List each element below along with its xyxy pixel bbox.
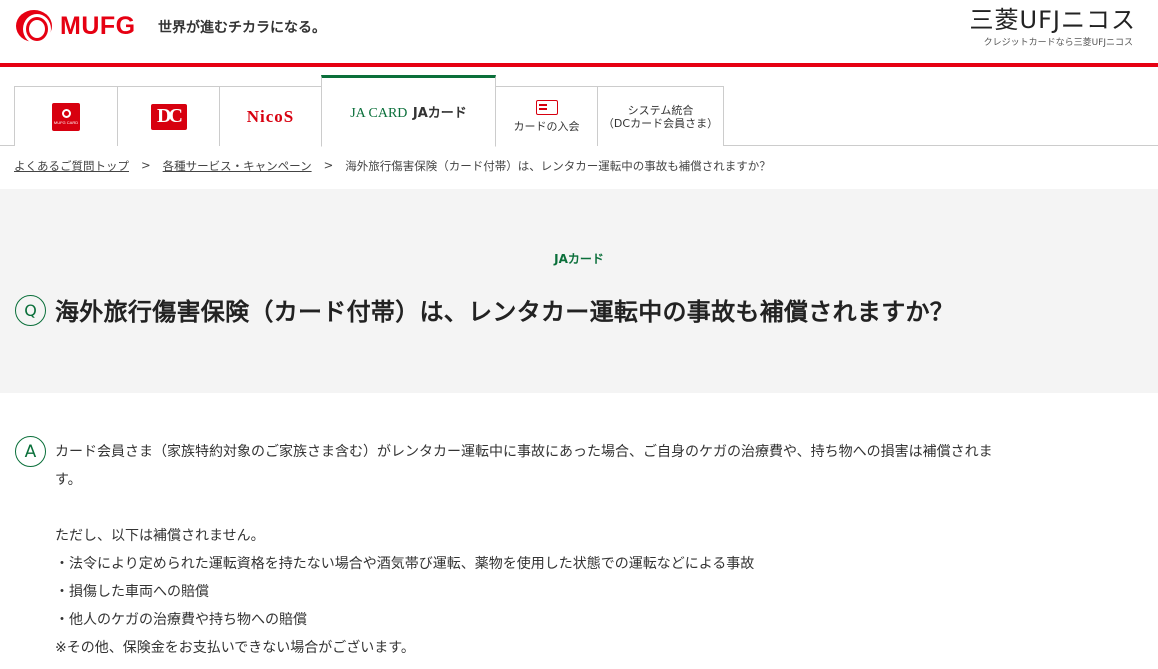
- question-icon: Q: [15, 295, 46, 326]
- answer-note: ※その他、保険金をお支払いできない場合がございます。: [55, 640, 415, 656]
- breadcrumb-separator: >: [323, 158, 334, 172]
- brand-name[interactable]: 三菱UFJニコス: [970, 0, 1136, 35]
- answer-line: す。: [55, 472, 82, 488]
- answer-list-item: ・他人のケガの治療費や持ち物への賠償: [55, 612, 307, 628]
- category-label: JAカード: [554, 252, 604, 266]
- mufg-logo[interactable]: MUFG: [14, 10, 136, 42]
- tab-card-join[interactable]: カードの入会: [495, 86, 598, 146]
- tab-nicos[interactable]: NicoS: [219, 86, 322, 146]
- credit-card-icon: [535, 100, 558, 115]
- mufg-logo-text: MUFG: [60, 11, 136, 40]
- question-section: JAカード Q 海外旅行傷害保険（カード付帯）は、レンタカー運転中の事故も補償さ…: [0, 189, 1158, 393]
- brand-subtitle: クレジットカードなら三菱UFJニコス: [983, 38, 1133, 48]
- card-join-label: カードの入会: [513, 120, 580, 133]
- tab-ja-card[interactable]: JA CARD JAカード: [321, 75, 496, 147]
- ja-card-tab-label: JA CARD JAカード: [350, 106, 467, 121]
- question-title: 海外旅行傷害保険（カード付帯）は、レンタカー運転中の事故も補償されますか？: [55, 298, 955, 326]
- answer-list-item: ・損傷した車両への賠償: [55, 584, 209, 600]
- nicos-logo: NicoS: [246, 106, 295, 126]
- answer-line: カード会員さま（家族特約対象のご家族さま含む）がレンタカー運転中に事故にあった場…: [55, 444, 993, 460]
- breadcrumb-faq-top[interactable]: よくあるご質問トップ: [14, 158, 129, 174]
- card-brand-tabs: MUFG CARD DC NicoS JA CARD JAカード カードの入会 …: [0, 67, 1158, 147]
- mufg-card-icon: MUFG CARD: [52, 102, 80, 131]
- breadcrumb-separator: >: [141, 158, 151, 172]
- mufg-mark-icon: [14, 10, 58, 42]
- system-integration-label-2: （DCカード会員さま）: [602, 116, 719, 130]
- breadcrumb: よくあるご質問トップ > 各種サービス・キャンペーン > 海外旅行傷害保険（カー…: [14, 158, 771, 174]
- answer-body: カード会員さま（家族特約対象のご家族さま含む）がレンタカー運転中に事故にあった場…: [55, 438, 1135, 662]
- tab-system-integration[interactable]: システム統合 （DCカード会員さま）: [597, 86, 724, 146]
- dc-card-icon: DC: [150, 103, 187, 130]
- answer-line: ただし、以下は補償されません。: [55, 528, 265, 544]
- breadcrumb-current: 海外旅行傷害保険（カード付帯）は、レンタカー運転中の事故も補償されますか？: [345, 159, 771, 173]
- answer-icon: A: [15, 436, 46, 467]
- tab-mufg-card[interactable]: MUFG CARD: [14, 86, 118, 146]
- breadcrumb-services[interactable]: 各種サービス・キャンペーン: [163, 158, 312, 174]
- tab-dc-card[interactable]: DC: [117, 86, 220, 146]
- system-integration-label-1: システム統合: [627, 103, 694, 117]
- site-header: MUFG 世界が進むチカラになる。 三菱UFJニコス クレジットカードなら三菱U…: [0, 0, 1158, 65]
- tagline: 世界が進むチカラになる。: [158, 20, 326, 36]
- answer-list-item: ・法令により定められた運転資格を持たない場合や酒気帯び運転、薬物を使用した状態で…: [55, 556, 755, 572]
